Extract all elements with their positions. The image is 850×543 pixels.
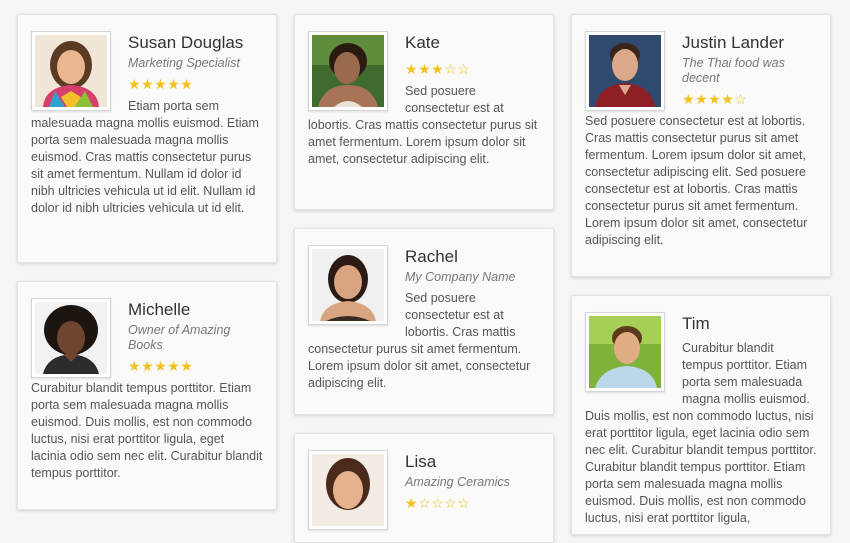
star-filled-icon: ★ (405, 495, 419, 511)
portrait-image (35, 35, 107, 107)
star-filled-icon: ★ (141, 76, 155, 92)
star-filled-icon: ★ (167, 358, 181, 374)
portrait-image (589, 316, 661, 388)
testimonial-text: Etiam porta sem malesuada magna mollis e… (31, 99, 259, 215)
star-filled-icon: ★ (695, 91, 709, 107)
portrait-image (312, 249, 384, 321)
testimonial-text: Sed posuere consectetur est at lobortis.… (585, 114, 808, 247)
star-filled-icon: ★ (128, 76, 142, 92)
portrait-image (589, 35, 661, 107)
star-empty-icon: ☆ (418, 495, 432, 511)
portrait-image (312, 35, 384, 107)
star-filled-icon: ★ (431, 61, 445, 77)
avatar (308, 450, 388, 530)
avatar (585, 312, 665, 392)
star-filled-icon: ★ (418, 61, 432, 77)
star-filled-icon: ★ (128, 358, 142, 374)
star-filled-icon: ★ (708, 91, 722, 107)
star-filled-icon: ★ (180, 76, 194, 92)
star-filled-icon: ★ (167, 76, 181, 92)
avatar (31, 31, 111, 111)
star-filled-icon: ★ (682, 91, 696, 107)
avatar (31, 298, 111, 378)
avatar (308, 245, 388, 325)
portrait-image (35, 302, 107, 374)
testimonial-card: Tim Curabitur blandit tempus porttitor. … (571, 295, 831, 535)
testimonial-card: Susan Douglas Marketing Specialist ★★★★★… (17, 14, 277, 263)
star-empty-icon: ☆ (444, 61, 458, 77)
testimonial-text: Curabitur blandit tempus porttitor. Etia… (31, 381, 263, 480)
star-empty-icon: ☆ (431, 495, 445, 511)
star-filled-icon: ★ (180, 358, 194, 374)
testimonial-card: Lisa Amazing Ceramics ★☆☆☆☆ (294, 433, 554, 543)
star-filled-icon: ★ (405, 61, 419, 77)
testimonial-card: Justin Lander The Thai food was decent ★… (571, 14, 831, 277)
star-filled-icon: ★ (154, 76, 168, 92)
testimonial-card: Kate ★★★☆☆ Sed posuere consectetur est a… (294, 14, 554, 210)
testimonial-card: Rachel My Company Name Sed posuere conse… (294, 228, 554, 415)
star-empty-icon: ☆ (734, 91, 748, 107)
star-filled-icon: ★ (141, 358, 155, 374)
avatar (308, 31, 388, 111)
star-empty-icon: ☆ (444, 495, 458, 511)
star-filled-icon: ★ (154, 358, 168, 374)
star-filled-icon: ★ (721, 91, 735, 107)
star-empty-icon: ☆ (457, 495, 471, 511)
avatar (585, 31, 665, 111)
testimonial-card: Michelle Owner of Amazing Books ★★★★★ Cu… (17, 281, 277, 510)
star-empty-icon: ☆ (457, 61, 471, 77)
portrait-image (312, 454, 384, 526)
